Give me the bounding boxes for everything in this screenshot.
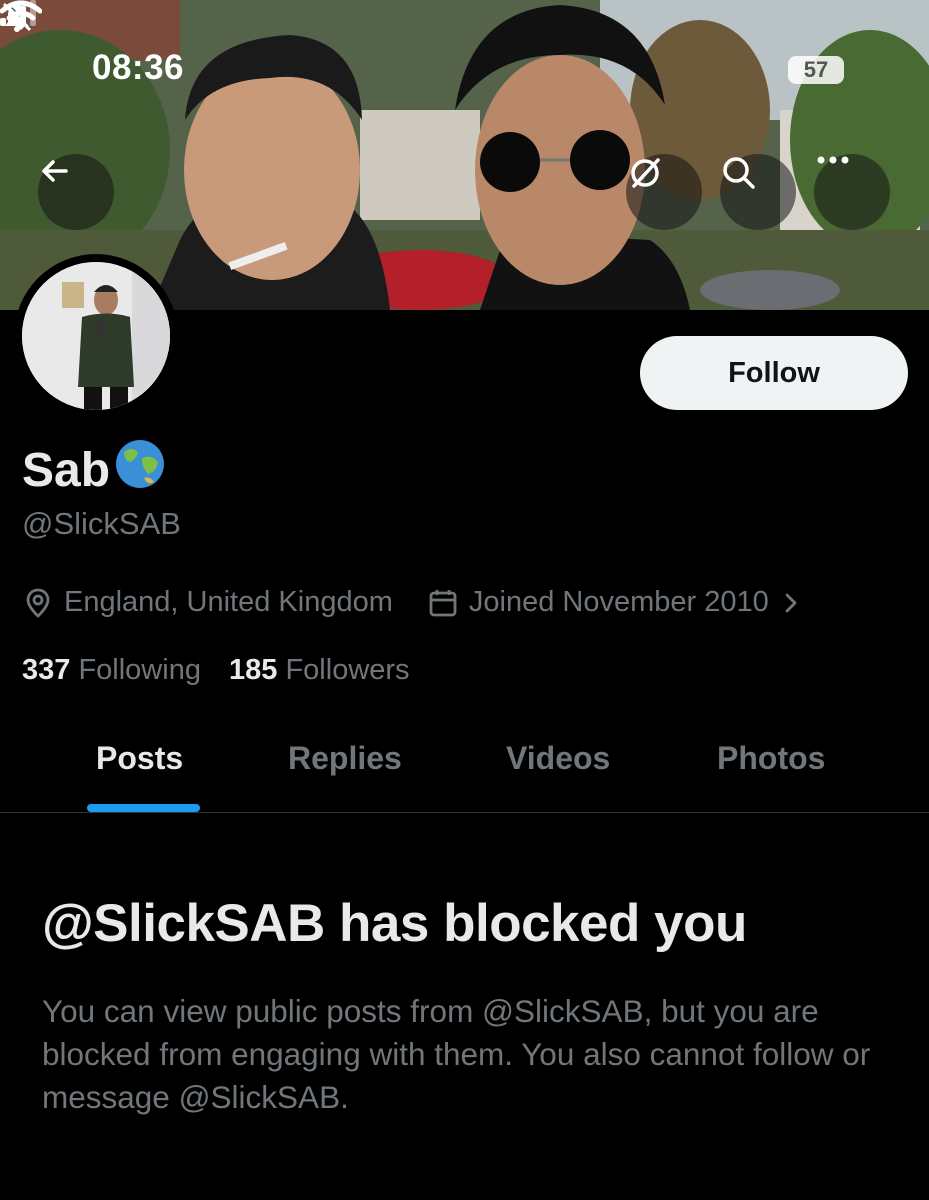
- location-pin-icon: [26, 588, 50, 618]
- search-icon: [723, 157, 755, 189]
- profile-meta: England, United Kingdom Joined November …: [22, 586, 803, 619]
- globe-emoji: 🌏: [114, 438, 166, 502]
- battery-indicator: 57: [788, 56, 844, 84]
- blocked-title: @SlickSAB has blocked you: [42, 894, 747, 953]
- joined-date[interactable]: Joined November 2010: [427, 586, 803, 619]
- tab-replies[interactable]: Replies: [288, 740, 402, 777]
- follow-stats: 337 Following 185 Followers: [22, 654, 410, 687]
- calendar-icon: [429, 589, 457, 616]
- search-button[interactable]: [720, 154, 796, 230]
- followers-count: 185: [229, 654, 278, 686]
- banner-photo: [0, 0, 929, 310]
- display-name-text: Sab: [22, 443, 111, 497]
- joined-text: Joined November 2010: [468, 586, 769, 618]
- profile-handle: @SlickSAB: [22, 506, 181, 541]
- tabs-divider: [0, 812, 929, 813]
- tab-posts[interactable]: Posts: [96, 740, 183, 777]
- following-count: 337: [22, 654, 71, 686]
- following-label: Following: [78, 654, 201, 686]
- avatar[interactable]: [14, 254, 178, 418]
- following-link[interactable]: 337 Following: [22, 654, 209, 686]
- active-tab-indicator: [87, 804, 200, 812]
- location: England, United Kingdom: [22, 586, 393, 619]
- location-text: England, United Kingdom: [64, 586, 393, 618]
- back-arrow-icon: [42, 160, 68, 182]
- status-time: 08:36: [92, 48, 185, 87]
- profile-banner[interactable]: 08:36 57: [0, 0, 929, 310]
- more-icon: [817, 156, 849, 164]
- tab-photos[interactable]: Photos: [717, 740, 825, 777]
- blocked-description: You can view public posts from @SlickSAB…: [42, 993, 871, 1115]
- profile-tabs: Posts Replies Videos Photos: [0, 710, 929, 812]
- display-name: Sab 🌏: [22, 438, 166, 502]
- more-button[interactable]: [814, 154, 890, 230]
- wifi-icon: [0, 0, 42, 30]
- grok-icon: [631, 158, 660, 188]
- avatar-photo: [22, 262, 170, 410]
- chevron-right-icon: [785, 593, 797, 612]
- followers-label: Followers: [285, 654, 410, 686]
- follow-button[interactable]: Follow: [640, 336, 908, 410]
- back-button[interactable]: [38, 154, 114, 230]
- grok-button[interactable]: [626, 154, 702, 230]
- tab-videos[interactable]: Videos: [506, 740, 610, 777]
- followers-link[interactable]: 185 Followers: [229, 654, 410, 686]
